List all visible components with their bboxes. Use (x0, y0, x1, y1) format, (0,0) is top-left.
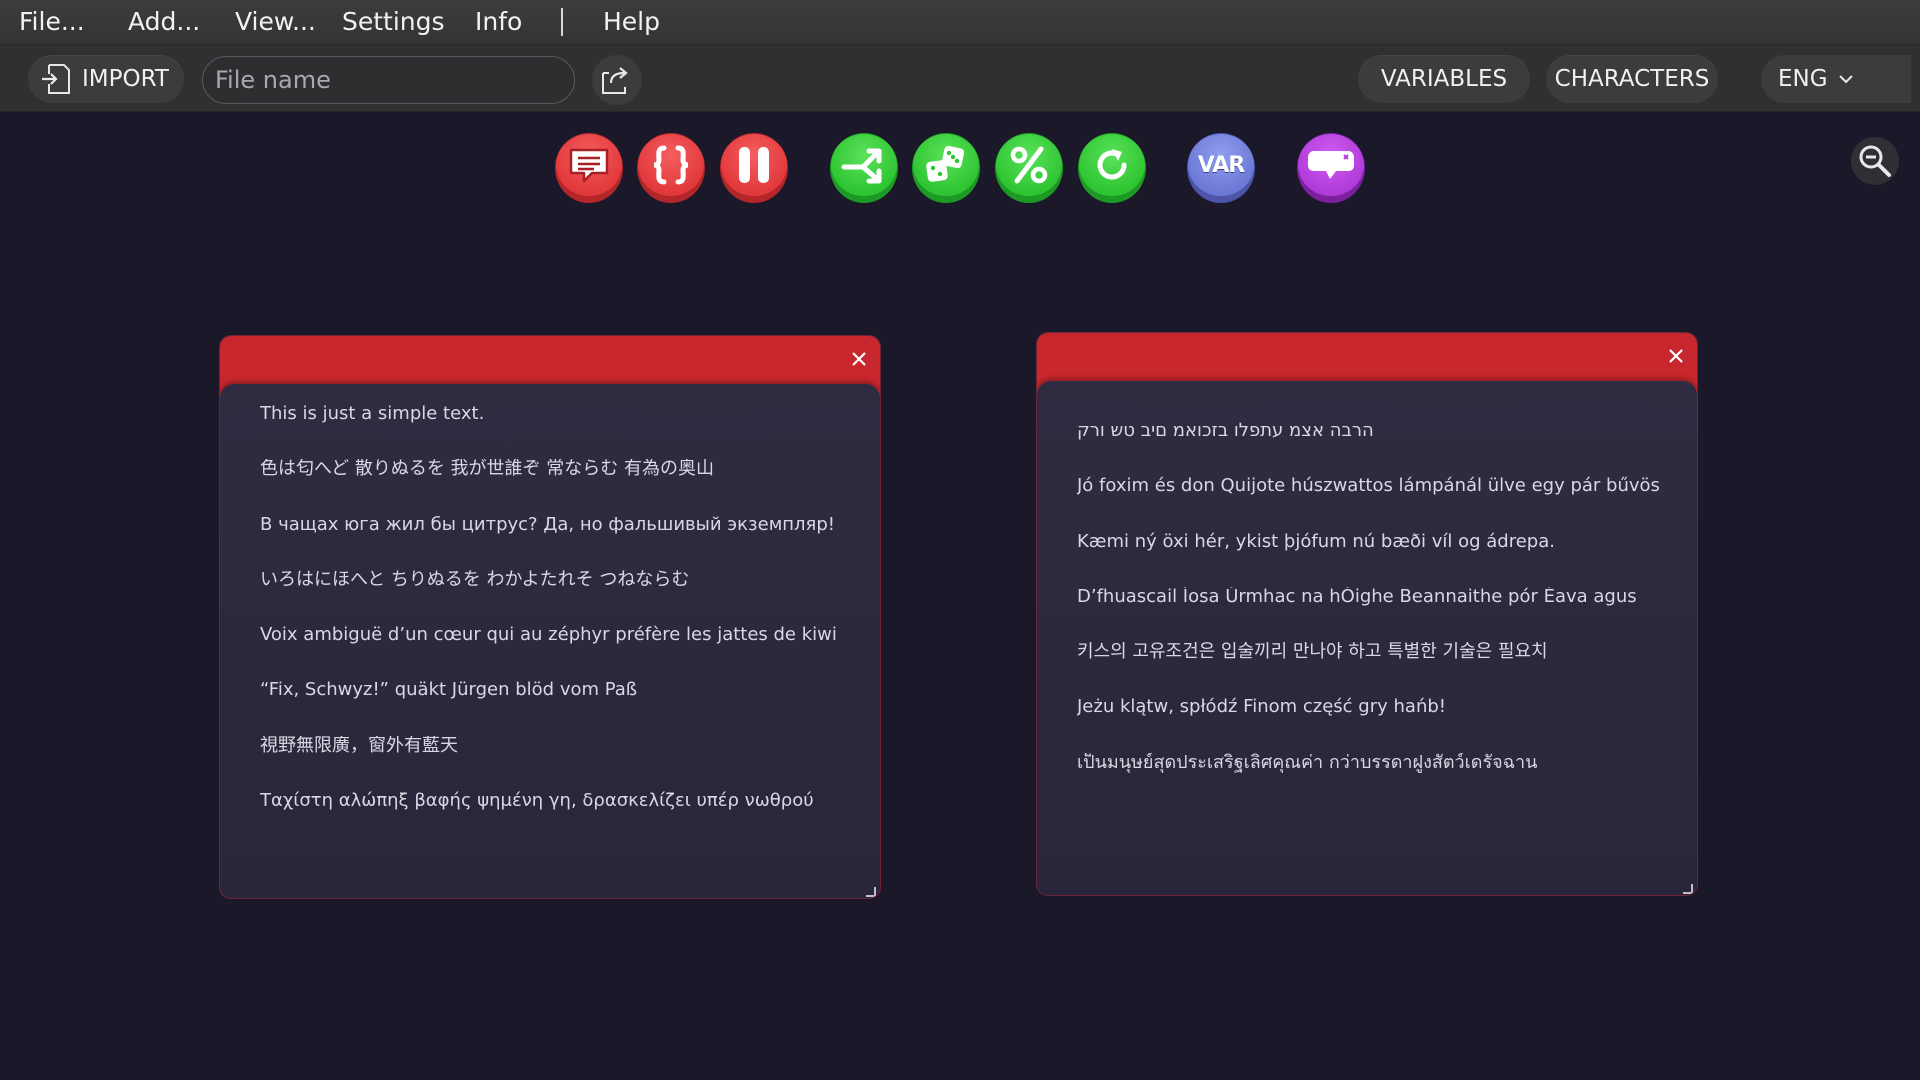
comment-bubble-icon (1306, 145, 1356, 185)
text-node[interactable]: This is just a simple text. 色は匂へど 散りぬるを … (219, 335, 881, 899)
text-line: Voix ambiguë d’un cœur qui au zéphyr pré… (260, 625, 837, 646)
close-icon (851, 351, 867, 367)
resize-handle[interactable] (864, 882, 876, 897)
text-line: This is just a simple text. (260, 404, 485, 424)
split-arrow-icon (841, 145, 887, 185)
export-button[interactable] (592, 55, 642, 105)
repeat-node-button[interactable] (1078, 133, 1146, 203)
refresh-icon (1090, 143, 1134, 187)
dice-icon (923, 143, 969, 187)
close-node-button[interactable] (1663, 343, 1689, 369)
chevron-down-icon (1838, 73, 1854, 85)
branch-node-button[interactable] (830, 133, 898, 203)
var-badge-icon: VAR (1197, 152, 1245, 178)
menu-bar: File... Add... View... Settings Info Hel… (0, 0, 1920, 45)
chance-node-button[interactable] (995, 133, 1063, 203)
import-button[interactable]: IMPORT (28, 55, 184, 103)
comment-node-button[interactable] (1297, 133, 1365, 203)
node-text-lines[interactable]: This is just a simple text. 色は匂へど 散りぬるを … (260, 404, 860, 846)
zoom-out-icon (1857, 143, 1893, 179)
text-line: เป็นมนุษย์สุดประเสริฐเลิศคุณค่า กว่าบรรด… (1077, 752, 1538, 773)
menu-file[interactable]: File... (19, 0, 85, 45)
language-label: ENG (1778, 66, 1828, 92)
zoom-out-button[interactable] (1851, 137, 1899, 185)
menu-settings[interactable]: Settings (342, 0, 445, 45)
toolbar: IMPORT VARIABLES CHARACTERS ENG (0, 45, 1920, 112)
node-text-lines[interactable]: הרבה אצמ עתפלו בזכואמ םיב טש ורק Jó foxi… (1077, 421, 1677, 808)
text-line: D’fhuascail Íosa Úrmhac na hÓighe Beanna… (1077, 586, 1637, 607)
text-line: Ταχίστη αλώπηξ βαφής ψημένη γη, δρασκελί… (260, 791, 814, 812)
random-node-button[interactable] (912, 133, 980, 203)
characters-button[interactable]: CHARACTERS (1546, 55, 1718, 103)
menu-separator (561, 8, 563, 36)
menu-info[interactable]: Info (475, 0, 522, 45)
import-icon (40, 62, 72, 96)
text-line: 色は匂へど 散りぬるを 我が世誰ぞ 常ならむ 有為の奥山 (260, 459, 714, 480)
text-line: Jó foxim és don Quijote húszwattos lámpá… (1077, 476, 1660, 497)
pause-node-button[interactable] (720, 133, 788, 203)
menu-add[interactable]: Add... (128, 0, 200, 45)
export-icon (599, 63, 635, 97)
speech-bubble-icon (568, 145, 610, 185)
text-line: 視野無限廣，窗外有藍天 (260, 735, 458, 756)
text-line: いろはにほへと ちりぬるを わかよたれそ つねならむ (260, 569, 690, 590)
menu-view[interactable]: View... (235, 0, 316, 45)
close-node-button[interactable] (846, 346, 872, 372)
text-line: הרבה אצמ עתפלו בזכואמ םיב טש ורק (1077, 421, 1374, 441)
text-line: В чащах юга жил бы цитрус? Да, но фальши… (260, 514, 836, 535)
text-line: “Fix, Schwyz!” quäkt Jürgen blöd vom Paß (260, 680, 638, 701)
variable-node-button[interactable]: VAR (1187, 133, 1255, 203)
pause-icon (734, 143, 774, 187)
close-icon (1668, 348, 1684, 364)
braces-icon (649, 143, 693, 187)
menu-help[interactable]: Help (603, 0, 660, 45)
percent-icon (1007, 143, 1051, 187)
text-node[interactable]: הרבה אצמ עתפלו בזכואמ םיב טש ורק Jó foxi… (1036, 332, 1698, 896)
file-name-input[interactable] (202, 56, 575, 104)
text-node-button[interactable] (555, 133, 623, 203)
language-select[interactable]: ENG (1761, 55, 1911, 103)
script-node-button[interactable] (637, 133, 705, 203)
variables-button[interactable]: VARIABLES (1358, 55, 1530, 103)
text-line: Kæmi ný öxi hér, ykist þjófum nú bæði ví… (1077, 531, 1555, 552)
text-line: Jeżu klątw, spłódź Finom część gry hańb! (1077, 697, 1446, 718)
resize-handle[interactable] (1681, 879, 1693, 894)
text-line: 키스의 고유조건은 입술끼리 만나야 하고 특별한 기술은 필요치 (1077, 642, 1548, 663)
import-label: IMPORT (82, 66, 169, 92)
